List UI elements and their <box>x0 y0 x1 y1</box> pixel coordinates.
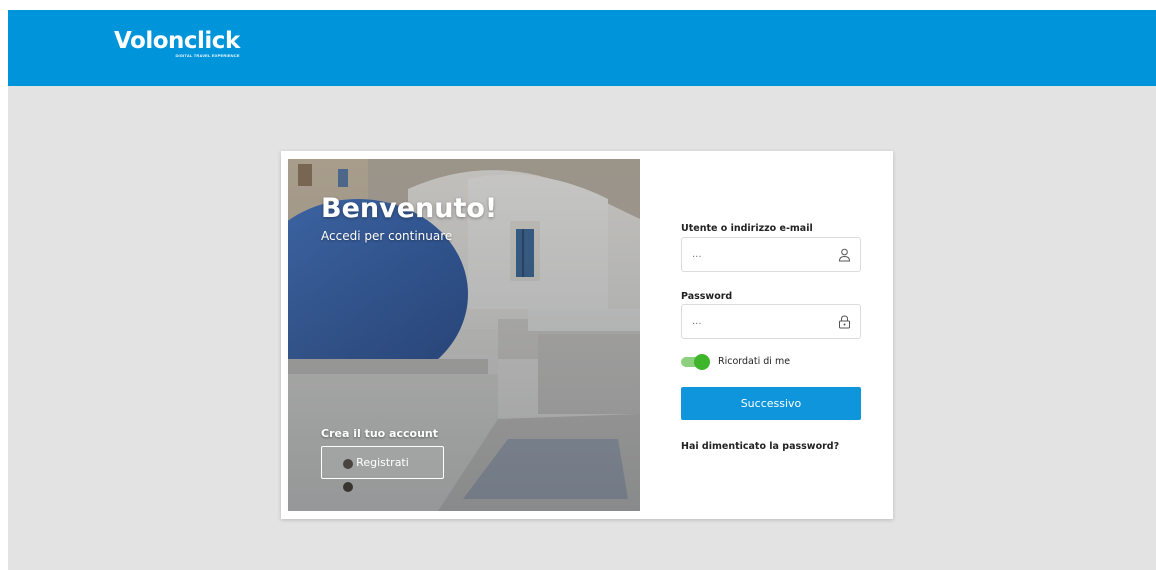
welcome-panel: Benvenuto! Accedi per continuare Crea il… <box>288 159 640 511</box>
user-icon <box>838 248 851 262</box>
username-field[interactable] <box>681 237 861 272</box>
top-bar: Volonclick DIGITAL TRAVEL EXPERIENCE <box>8 10 1156 86</box>
welcome-subtitle: Accedi per continuare <box>321 229 453 243</box>
toggle-knob <box>694 354 710 370</box>
brand-name: Volonclick <box>114 28 240 54</box>
submit-button[interactable]: Successivo <box>681 387 861 420</box>
create-account-label: Crea il tuo account <box>321 427 438 440</box>
username-input[interactable] <box>692 238 832 271</box>
forgot-password-link[interactable]: Hai dimenticato la password? <box>681 441 839 452</box>
login-form: Utente o indirizzo e-mail Password <box>681 151 871 519</box>
brand-logo[interactable]: Volonclick DIGITAL TRAVEL EXPERIENCE <box>114 28 240 58</box>
login-card: Benvenuto! Accedi per continuare Crea il… <box>281 151 893 519</box>
remember-me-label: Ricordati di me <box>718 356 791 367</box>
password-field[interactable] <box>681 304 861 339</box>
page-frame: Volonclick DIGITAL TRAVEL EXPERIENCE Ben… <box>8 10 1156 570</box>
username-label: Utente o indirizzo e-mail <box>681 223 813 234</box>
remember-me-toggle[interactable] <box>681 354 710 370</box>
password-input[interactable] <box>692 305 832 338</box>
lock-icon <box>839 315 850 329</box>
welcome-title: Benvenuto! <box>321 193 498 224</box>
password-label: Password <box>681 291 733 302</box>
register-button[interactable]: Registrati <box>321 446 444 479</box>
